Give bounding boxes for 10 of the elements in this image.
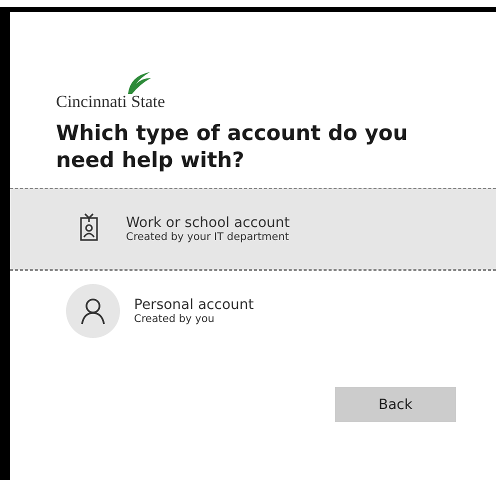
option-title: Personal account: [134, 297, 254, 313]
person-icon: [66, 284, 120, 338]
leaf-logo-icon: [126, 70, 152, 94]
logo-text: Cincinnati State: [56, 92, 166, 112]
back-button[interactable]: Back: [335, 387, 456, 422]
account-option[interactable]: Work or school account Created by your IT department: [10, 188, 496, 270]
page-heading: Which type of account do you need help with?: [56, 120, 409, 174]
option-subtitle: Created by your IT department: [126, 231, 290, 243]
option-subtitle: Created by you: [134, 313, 216, 325]
option-title: Work or school account: [126, 215, 290, 231]
